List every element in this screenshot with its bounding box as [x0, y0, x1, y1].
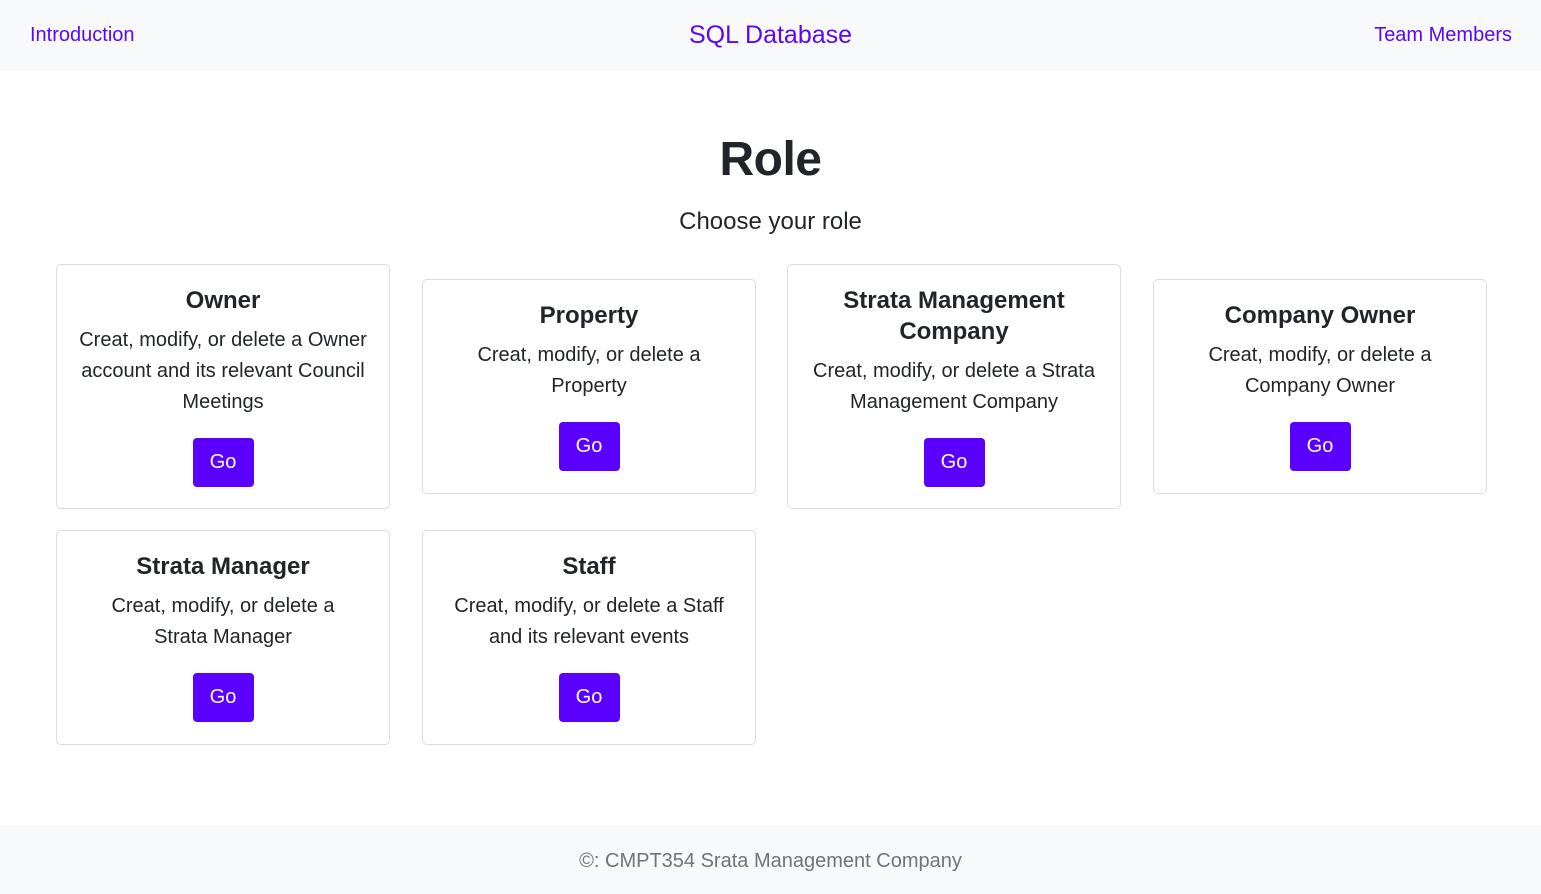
- go-button-strata-manager[interactable]: Go: [192, 673, 254, 722]
- role-card-strata-manager: Strata Manager Creat, modify, or delete …: [56, 530, 390, 745]
- card-title: Property: [539, 302, 639, 329]
- nav-link-team-members[interactable]: Team Members: [1374, 0, 1512, 71]
- card-description: Creat, modify, or delete a Strata Manage…: [111, 595, 335, 648]
- card-title: Staff: [562, 553, 616, 580]
- card-description: Creat, modify, or delete a Company Owner: [1208, 344, 1432, 397]
- card-description: Creat, modify, or delete a Strata Manage…: [813, 360, 1095, 413]
- go-button-owner[interactable]: Go: [192, 438, 254, 487]
- page-subtitle: Choose your role: [679, 208, 862, 235]
- card-description: Creat, modify, or delete a Staff and its…: [454, 595, 724, 648]
- card-description: Creat, modify, or delete a Property: [477, 344, 701, 397]
- card-title: Company Owner: [1224, 302, 1416, 329]
- card-title: Strata Management Company: [843, 287, 1065, 345]
- footer-copyright: ©: CMPT354 Srata Management Company: [579, 850, 962, 872]
- go-button-strata-management-company[interactable]: Go: [923, 438, 985, 487]
- navbar: Introduction SQL Database Team Members: [0, 0, 1541, 71]
- nav-link-introduction[interactable]: Introduction: [30, 0, 135, 71]
- role-card-company-owner: Company Owner Creat, modify, or delete a…: [1153, 279, 1487, 494]
- navbar-brand-wrapper: SQL Database: [0, 0, 1541, 71]
- go-button-company-owner[interactable]: Go: [1289, 422, 1351, 471]
- go-button-staff[interactable]: Go: [558, 673, 620, 722]
- role-card-staff: Staff Creat, modify, or delete a Staff a…: [422, 530, 756, 745]
- role-card-owner: Owner Creat, modify, or delete a Owner a…: [56, 264, 390, 509]
- card-title: Strata Manager: [136, 553, 310, 580]
- navbar-brand[interactable]: SQL Database: [689, 21, 852, 49]
- go-button-property[interactable]: Go: [558, 422, 620, 471]
- role-card-strata-management-company: Strata Management Company Creat, modify,…: [787, 264, 1121, 509]
- role-card-property: Property Creat, modify, or delete a Prop…: [422, 279, 756, 494]
- page-title: Role: [719, 133, 822, 186]
- card-description: Creat, modify, or delete a Owner account…: [79, 329, 367, 413]
- footer: ©: CMPT354 Srata Management Company: [0, 825, 1541, 894]
- card-title: Owner: [185, 287, 261, 314]
